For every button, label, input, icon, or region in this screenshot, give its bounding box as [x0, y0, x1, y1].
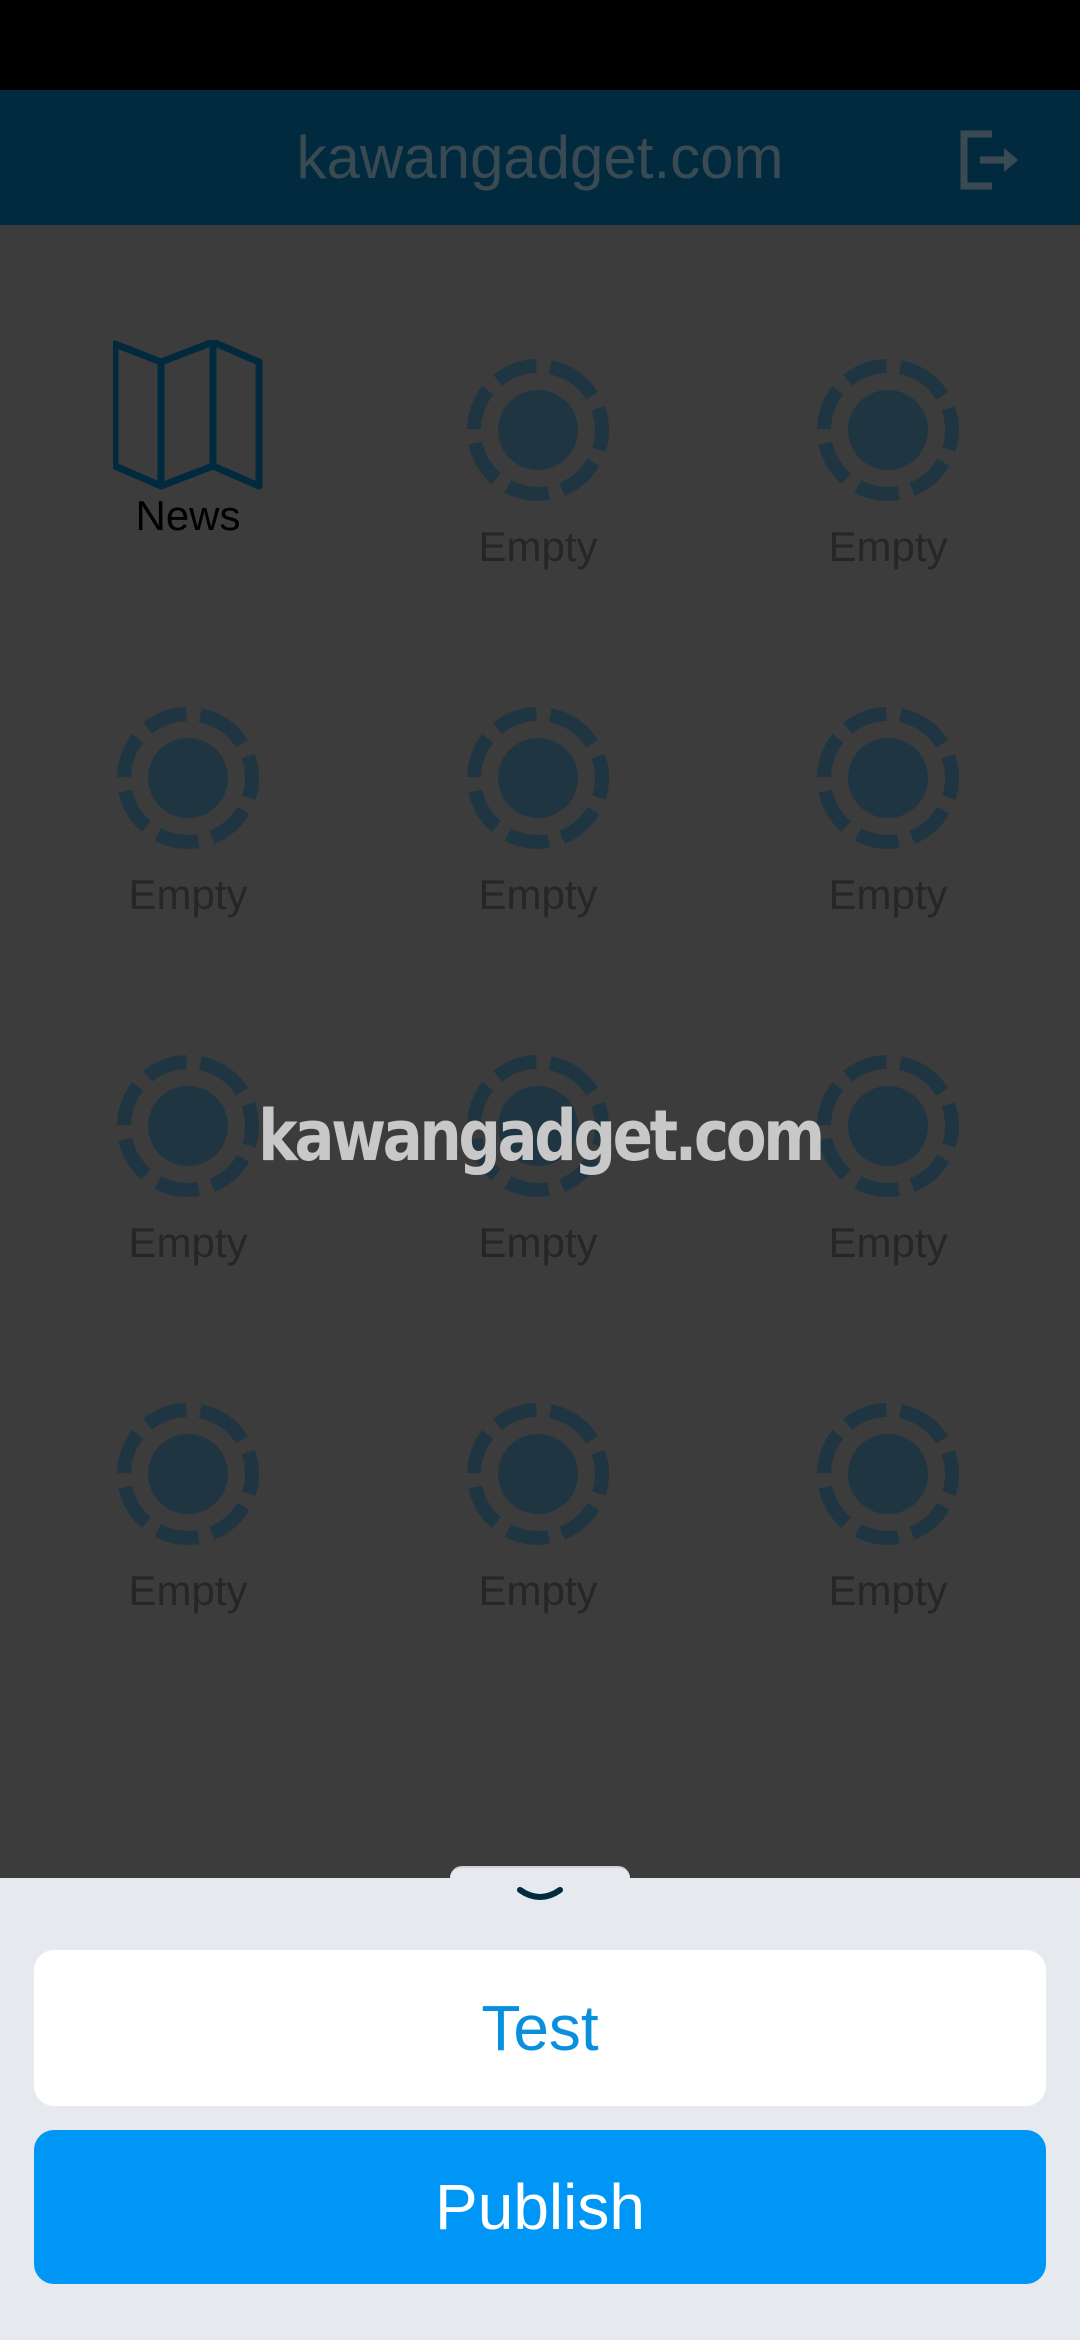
grid-tile-label: Empty	[828, 1219, 948, 1266]
grid-tile-label: Empty	[478, 1567, 598, 1614]
app-header: kawangadget.com	[0, 90, 1080, 225]
grid-tile[interactable]: Empty	[38, 703, 338, 963]
grid-tile-label: Empty	[478, 871, 598, 918]
grid-tile-label: Empty	[828, 871, 948, 918]
grid-tile[interactable]: Empty	[738, 703, 1038, 963]
grid-tile-label: News	[135, 492, 241, 539]
grid-tile[interactable]: Empty	[388, 1051, 688, 1311]
grid-tile[interactable]: Empty	[388, 703, 688, 963]
watermark: kawangadget.com	[258, 1095, 825, 1177]
empty-slot-icon	[463, 1399, 613, 1549]
test-button[interactable]: Test	[34, 1950, 1046, 2106]
empty-slot-icon	[463, 703, 613, 853]
grid-tile[interactable]: Empty	[388, 355, 688, 615]
grid-tile-label: Empty	[128, 1567, 248, 1614]
grid-tile[interactable]: News	[38, 338, 338, 600]
chevron-down-icon	[517, 1887, 563, 1900]
grid-tile-label: Empty	[128, 871, 248, 918]
status-bar	[0, 0, 1080, 90]
grid-tile[interactable]: Empty	[738, 355, 1038, 615]
logout-icon	[960, 130, 1018, 190]
empty-slot-icon	[113, 1399, 263, 1549]
app-title: kawangadget.com	[296, 124, 784, 191]
empty-slot-icon	[463, 355, 613, 505]
logout-button[interactable]	[950, 120, 1030, 200]
grid-tile-label: Empty	[128, 1219, 248, 1266]
grid-tile-label: Empty	[478, 1219, 598, 1266]
empty-slot-icon	[813, 703, 963, 853]
grid-tile-label: Empty	[828, 523, 948, 570]
empty-slot-icon	[113, 703, 263, 853]
grid-tile-label: Empty	[828, 1567, 948, 1614]
sheet-handle[interactable]	[450, 1866, 630, 1922]
grid-tile[interactable]: Empty	[38, 1051, 338, 1311]
empty-slot-icon	[813, 355, 963, 505]
grid-tile[interactable]: Empty	[38, 1399, 338, 1659]
grid-tile[interactable]: Empty	[388, 1399, 688, 1659]
grid-tile-label: Empty	[478, 523, 598, 570]
empty-slot-icon	[813, 1399, 963, 1549]
publish-button[interactable]: Publish	[34, 2130, 1046, 2284]
grid-tile[interactable]: Empty	[738, 1051, 1038, 1311]
grid-tile[interactable]: Empty	[738, 1399, 1038, 1659]
map-icon	[111, 338, 263, 490]
